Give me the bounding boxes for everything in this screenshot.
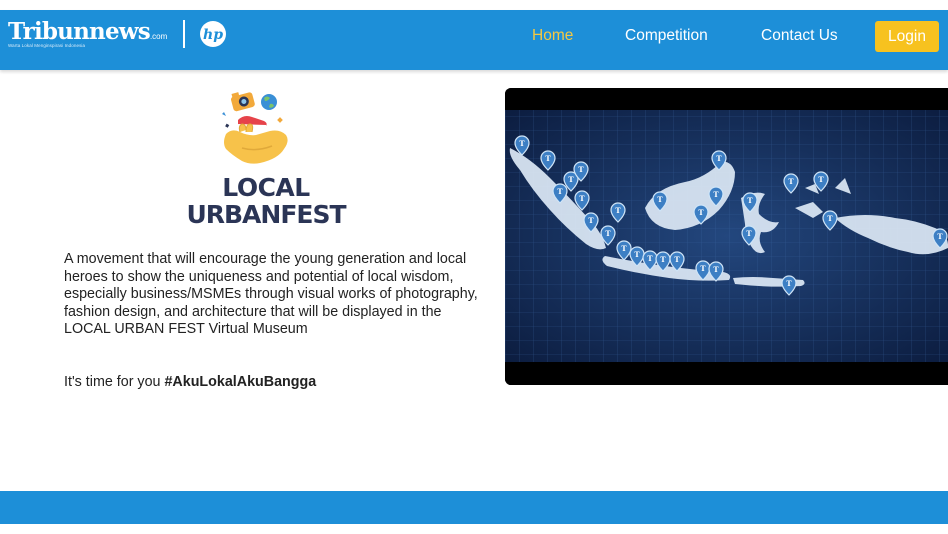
tribunnews-logo[interactable]: Tribunnews.com Warta Lokal Menginspirasi… — [8, 20, 167, 49]
indonesia-map-video-frame: T — [505, 88, 948, 385]
footer-bar — [0, 491, 948, 524]
tribun-suffix: .com — [149, 32, 168, 41]
cta-hashtag: #AkuLokalAkuBangga — [164, 374, 317, 390]
hp-logo: hp — [200, 21, 227, 48]
login-button[interactable]: Login — [875, 21, 939, 52]
intro-video[interactable]: T — [505, 88, 948, 385]
page: Tribunnews.com Warta Lokal Menginspirasi… — [0, 0, 948, 534]
tribun-name: Tribunnews — [8, 18, 151, 45]
svg-text:hp: hp — [203, 27, 223, 43]
brand: Tribunnews.com Warta Lokal Menginspirasi… — [8, 20, 227, 49]
top-navbar: Tribunnews.com Warta Lokal Menginspirasi… — [0, 10, 948, 70]
cta-prefix: It's time for you — [64, 374, 161, 390]
hero-call-to-action: It's time for you #AkuLokalAkuBangga — [64, 374, 316, 390]
nav-competition[interactable]: Competition — [625, 10, 708, 62]
local-urbanfest-logo: LOCAL URBANFEST — [186, 84, 347, 234]
logo-line-local: LOCAL — [222, 173, 310, 202]
brand-divider — [183, 20, 186, 49]
nav-home[interactable]: Home — [532, 10, 573, 62]
logo-line-urbanfest: URBANFEST — [186, 200, 346, 229]
tribun-tagline: Warta Lokal Menginspirasi Indonesia — [8, 43, 86, 48]
hero-description: A movement that will encourage the young… — [64, 251, 478, 338]
nav-contact-us[interactable]: Contact Us — [761, 10, 838, 62]
hand-holding-items-icon — [222, 92, 288, 164]
